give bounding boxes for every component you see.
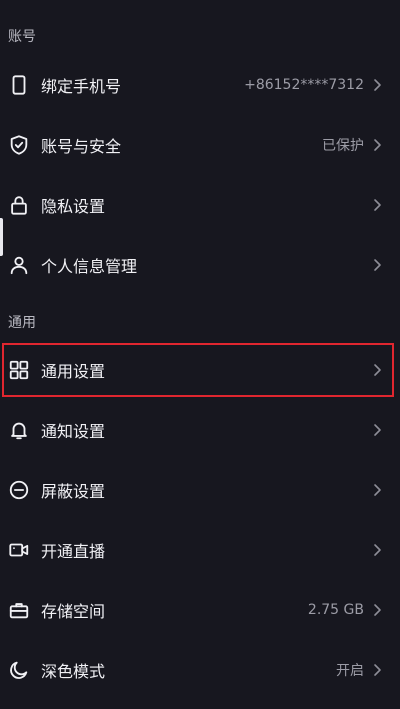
row-label: 隐私设置 [41, 197, 106, 216]
chevron-right-icon [372, 483, 382, 497]
section-header-general: 通用 [8, 315, 36, 331]
user-icon [8, 254, 30, 276]
chevron-right-icon [372, 423, 382, 437]
chevron-right-icon [372, 198, 382, 212]
chevron-right-icon [372, 543, 382, 557]
settings-page: 账号 绑定手机号 +86152****7312 账号与安全 已保护 隐私设置 个… [0, 0, 400, 709]
row-label: 绑定手机号 [41, 77, 122, 96]
row-value: +86152****7312 [244, 77, 364, 93]
grid-icon [8, 359, 30, 381]
row-label: 开通直播 [41, 542, 106, 561]
chevron-right-icon [372, 78, 382, 92]
settings-row-bind-phone[interactable]: 绑定手机号 +86152****7312 [0, 55, 400, 115]
section-header-account: 账号 [8, 29, 36, 45]
lock-icon [8, 194, 30, 216]
settings-row-block[interactable]: 屏蔽设置 [0, 460, 400, 520]
settings-row-personal-info[interactable]: 个人信息管理 [0, 235, 400, 295]
row-label: 个人信息管理 [41, 257, 138, 276]
row-label: 账号与安全 [41, 137, 122, 156]
briefcase-icon [8, 599, 30, 621]
settings-row-notifications[interactable]: 通知设置 [0, 400, 400, 460]
chevron-right-icon [372, 363, 382, 377]
phone-icon [8, 74, 30, 96]
settings-row-dark-mode[interactable]: 深色模式 开启 [0, 640, 400, 700]
settings-row-live[interactable]: 开通直播 [0, 520, 400, 580]
chevron-right-icon [372, 138, 382, 152]
settings-row-general-settings[interactable]: 通用设置 [0, 340, 400, 400]
row-label: 存储空间 [41, 602, 106, 621]
video-camera-icon [8, 539, 30, 561]
bell-icon [8, 419, 30, 441]
chevron-right-icon [372, 663, 382, 677]
chevron-right-icon [372, 603, 382, 617]
row-label: 深色模式 [41, 662, 106, 681]
settings-row-storage[interactable]: 存储空间 2.75 GB [0, 580, 400, 640]
settings-row-account-security[interactable]: 账号与安全 已保护 [0, 115, 400, 175]
row-value: 2.75 GB [307, 602, 364, 618]
row-value: 已保护 [322, 138, 364, 154]
chevron-right-icon [372, 258, 382, 272]
row-label: 通知设置 [41, 422, 106, 441]
row-value: 开启 [336, 663, 364, 679]
row-label: 通用设置 [41, 362, 106, 381]
shield-check-icon [8, 134, 30, 156]
minus-circle-icon [8, 479, 30, 501]
moon-icon [8, 659, 30, 681]
row-label: 屏蔽设置 [41, 482, 106, 501]
settings-row-privacy[interactable]: 隐私设置 [0, 175, 400, 235]
